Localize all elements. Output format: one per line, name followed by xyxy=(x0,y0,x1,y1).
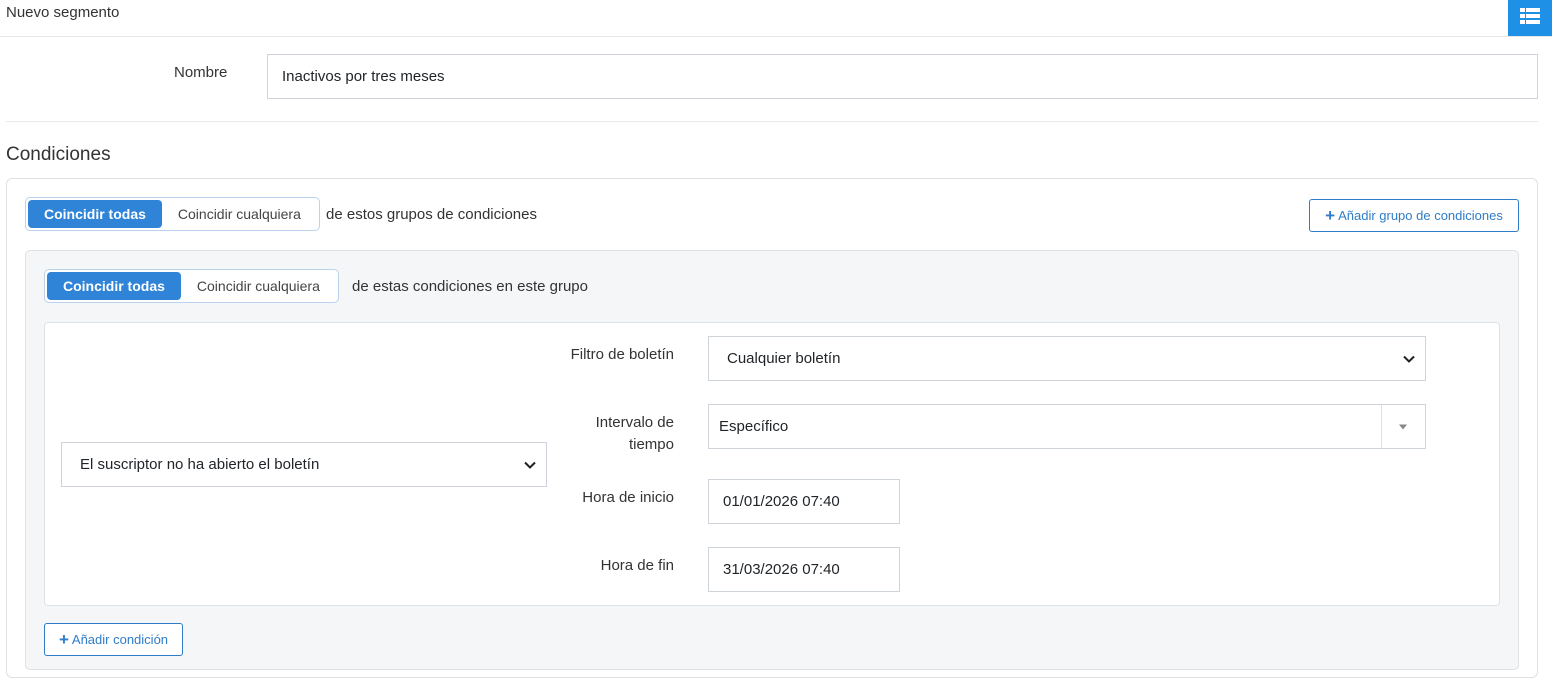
add-group-button[interactable]: + Añadir grupo de condiciones xyxy=(1309,199,1519,232)
conditions-match-all-button[interactable]: Coincidir todas xyxy=(47,272,181,300)
menu-button[interactable] xyxy=(1508,0,1552,36)
add-condition-label: Añadir condición xyxy=(71,632,169,647)
chevron-down-icon xyxy=(524,456,536,473)
plus-icon: + xyxy=(58,630,69,649)
interval-value: Específico xyxy=(719,418,789,435)
groups-match-any-button[interactable]: Coincidir cualquiera xyxy=(162,200,317,228)
interval-label: Intervalo de tiempo xyxy=(595,414,674,453)
name-input[interactable] xyxy=(267,54,1538,99)
conditions-match-any-button[interactable]: Coincidir cualquiera xyxy=(181,272,336,300)
end-time-input[interactable] xyxy=(708,547,900,592)
page-title: Nuevo segmento xyxy=(6,4,120,21)
conditions-title: Condiciones xyxy=(6,144,111,165)
conditions-match-suffix: de estas condiciones en este grupo xyxy=(352,278,588,295)
chevron-down-icon xyxy=(1403,350,1415,367)
name-label: Nombre xyxy=(174,64,228,81)
plus-icon: + xyxy=(1325,206,1336,225)
condition-type-select[interactable]: El suscriptor no ha abierto el boletín xyxy=(61,442,547,487)
top-bar: Nuevo segmento xyxy=(0,0,1552,37)
combobox-divider xyxy=(1381,405,1382,448)
caret-down-icon xyxy=(1399,424,1407,429)
groups-match-all-button[interactable]: Coincidir todas xyxy=(28,200,162,228)
groups-match-suffix: de estos grupos de condiciones xyxy=(326,206,537,223)
interval-combobox[interactable]: Específico xyxy=(708,404,1426,449)
condition-type-value: El suscriptor no ha abierto el boletín xyxy=(80,456,320,473)
groups-match-toggle: Coincidir todas Coincidir cualquiera xyxy=(25,197,320,231)
start-time-label: Hora de inicio xyxy=(582,489,674,506)
start-time-input[interactable] xyxy=(708,479,900,524)
newsletter-filter-label: Filtro de boletín xyxy=(570,346,674,363)
list-icon xyxy=(1520,8,1540,28)
add-group-label: Añadir grupo de condiciones xyxy=(1338,208,1503,223)
conditions-match-toggle: Coincidir todas Coincidir cualquiera xyxy=(44,269,339,303)
newsletter-filter-select[interactable]: Cualquier boletín xyxy=(708,336,1426,381)
divider xyxy=(6,121,1538,122)
end-time-label: Hora de fin xyxy=(600,557,674,574)
newsletter-filter-value: Cualquier boletín xyxy=(727,350,841,367)
add-condition-button[interactable]: + Añadir condición xyxy=(44,623,183,656)
